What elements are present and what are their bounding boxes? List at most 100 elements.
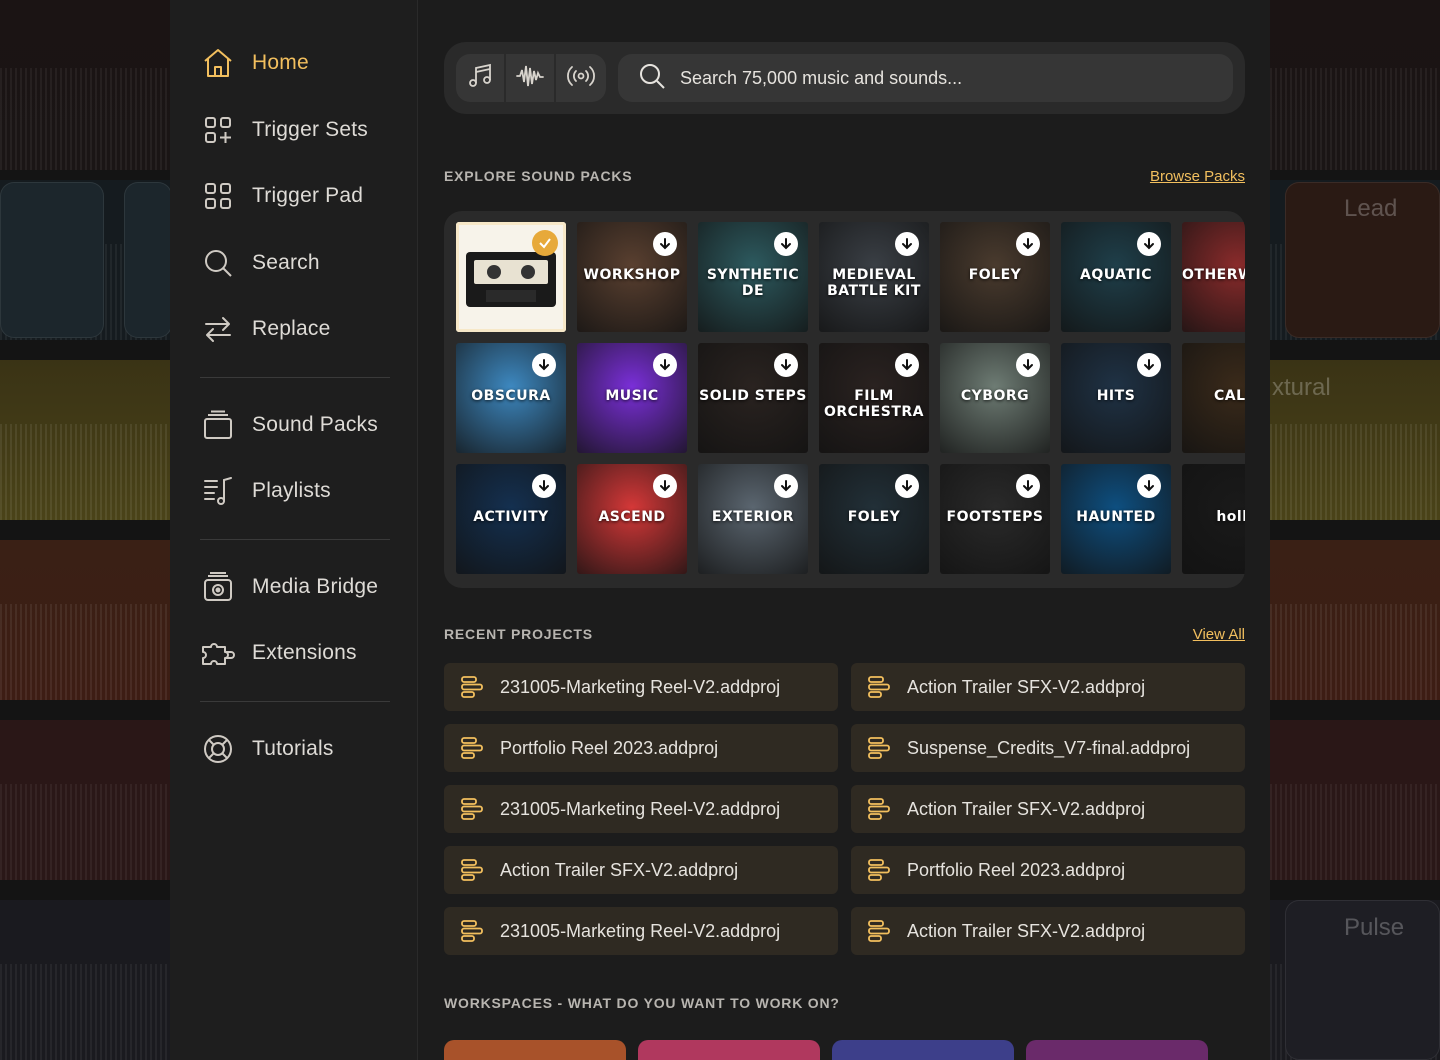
download-icon[interactable]	[774, 232, 798, 256]
sound-pack-tile[interactable]	[456, 222, 566, 332]
project-item[interactable]: Portfolio Reel 2023.addproj	[851, 846, 1245, 894]
sidebar-item-label: Tutorials	[252, 736, 334, 760]
download-icon[interactable]	[532, 474, 556, 498]
sound-pack-title: WORKSHOP	[583, 267, 681, 283]
sound-pack-tile[interactable]: ACTIVITY	[456, 464, 566, 574]
check-icon	[532, 230, 558, 256]
download-icon[interactable]	[895, 353, 919, 377]
sound-pack-tile[interactable]: OTHERWORLD	[1182, 222, 1245, 332]
sound-pack-tile[interactable]: FOLEY	[819, 464, 929, 574]
section-title: WORKSPACES - WHAT DO YOU WANT TO WORK ON…	[444, 995, 840, 1011]
sound-pack-tile[interactable]: WORKSHOP	[577, 222, 687, 332]
sound-pack-tile[interactable]: SOLID STEPS	[698, 343, 808, 453]
sidebar-item-media-bridge[interactable]: Media Bridge	[170, 554, 417, 621]
bg-label-lead: Lead	[1344, 195, 1398, 222]
sound-pack-tile[interactable]: CALM	[1182, 343, 1245, 453]
sound-pack-tile[interactable]: AQUATIC	[1061, 222, 1171, 332]
download-icon[interactable]	[895, 232, 919, 256]
sound-pack-title: SYNTHETIC DE	[706, 267, 800, 299]
sidebar-item-label: Search	[252, 250, 320, 274]
sound-pack-tile[interactable]: EXTERIOR	[698, 464, 808, 574]
sidebar-item-trigger-pad[interactable]: Trigger Pad	[170, 163, 417, 230]
main-panel: EXPLORE SOUND PACKS Browse Packs WORKSHO…	[418, 0, 1270, 1060]
workspace-card[interactable]	[638, 1040, 820, 1060]
sound-pack-tile[interactable]: hollo	[1182, 464, 1245, 574]
download-icon[interactable]	[1016, 474, 1040, 498]
sound-pack-tile[interactable]: FILM ORCHESTRA	[819, 343, 929, 453]
view-all-link[interactable]: View All	[1193, 626, 1245, 643]
download-icon[interactable]	[1137, 474, 1161, 498]
download-icon[interactable]	[774, 474, 798, 498]
search-bar	[444, 42, 1245, 114]
sound-pack-title: MUSIC	[605, 388, 659, 404]
project-name: 231005-Marketing Reel-V2.addproj	[500, 798, 781, 819]
sound-pack-tile[interactable]: HITS	[1061, 343, 1171, 453]
project-item[interactable]: Action Trailer SFX-V2.addproj	[851, 785, 1245, 833]
sidebar-item-search[interactable]: Search	[170, 230, 417, 297]
project-item[interactable]: Portfolio Reel 2023.addproj	[444, 724, 838, 772]
download-icon[interactable]	[653, 474, 677, 498]
sound-pack-title: FOLEY	[847, 509, 901, 525]
sound-pack-tile[interactable]: HAUNTED	[1061, 464, 1171, 574]
browse-packs-link[interactable]: Browse Packs	[1150, 168, 1245, 185]
search-icon	[638, 62, 666, 95]
sound-pack-tile[interactable]: OBSCURA	[456, 343, 566, 453]
bg-label-pulse: Pulse	[1344, 914, 1405, 941]
sound-pack-tile[interactable]: SYNTHETIC DE	[698, 222, 808, 332]
sound-mode-button[interactable]	[506, 54, 556, 102]
download-icon[interactable]	[532, 353, 556, 377]
sound-pack-title: OTHERWORLD	[1182, 267, 1245, 283]
download-icon[interactable]	[1016, 232, 1040, 256]
recent-projects-header: RECENT PROJECTS View All	[444, 626, 1245, 643]
project-item[interactable]: 231005-Marketing Reel-V2.addproj	[444, 907, 838, 955]
download-icon[interactable]	[774, 353, 798, 377]
grid-icon	[200, 178, 236, 214]
sidebar-divider	[200, 376, 390, 378]
sound-pack-tile[interactable]: FOLEY	[940, 222, 1050, 332]
bg-card	[124, 182, 172, 338]
workspaces-header: WORKSPACES - WHAT DO YOU WANT TO WORK ON…	[444, 995, 1245, 1011]
download-icon[interactable]	[653, 232, 677, 256]
project-name: Suspense_Credits_V7-final.addproj	[907, 737, 1191, 758]
sidebar-item-tutorials[interactable]: Tutorials	[170, 716, 417, 783]
sound-pack-title: CALM	[1214, 388, 1245, 404]
sound-pack-tile[interactable]: ASCEND	[577, 464, 687, 574]
sound-pack-title: FILM ORCHESTRA	[824, 388, 924, 420]
sidebar-item-trigger-sets[interactable]: Trigger Sets	[170, 97, 417, 164]
bg-card	[0, 182, 104, 338]
sidebar-item-extensions[interactable]: Extensions	[170, 620, 417, 687]
sidebar-item-replace[interactable]: Replace	[170, 296, 417, 363]
download-icon[interactable]	[1137, 353, 1161, 377]
project-file-icon	[460, 797, 484, 821]
workspace-card[interactable]	[1026, 1040, 1208, 1060]
sound-pack-tile[interactable]: CYBORG	[940, 343, 1050, 453]
music-mode-button[interactable]	[456, 54, 506, 102]
sidebar-item-home[interactable]: Home	[170, 30, 417, 97]
sound-pack-tile[interactable]: MUSIC	[577, 343, 687, 453]
download-icon[interactable]	[1137, 232, 1161, 256]
broadcast-mode-button[interactable]	[556, 54, 606, 102]
project-item[interactable]: Action Trailer SFX-V2.addproj	[444, 846, 838, 894]
search-input[interactable]	[680, 67, 1160, 89]
project-item[interactable]: 231005-Marketing Reel-V2.addproj	[444, 785, 838, 833]
waveform-icon	[515, 62, 545, 95]
project-name: Action Trailer SFX-V2.addproj	[907, 920, 1146, 941]
sidebar-item-sound-packs[interactable]: Sound Packs	[170, 392, 417, 459]
project-item[interactable]: Action Trailer SFX-V2.addproj	[851, 907, 1245, 955]
project-item[interactable]: Action Trailer SFX-V2.addproj	[851, 663, 1245, 711]
download-icon[interactable]	[1016, 353, 1040, 377]
project-item[interactable]: 231005-Marketing Reel-V2.addproj	[444, 663, 838, 711]
sound-pack-tile[interactable]: MEDIEVAL BATTLE KIT	[819, 222, 929, 332]
bg-label-textural: xtural	[1272, 374, 1331, 401]
download-icon[interactable]	[653, 353, 677, 377]
project-file-icon	[867, 736, 891, 760]
project-file-icon	[460, 858, 484, 882]
sidebar-item-label: Sound Packs	[252, 412, 378, 436]
section-title: EXPLORE SOUND PACKS	[444, 168, 633, 184]
sidebar-item-playlists[interactable]: Playlists	[170, 458, 417, 525]
sound-pack-tile[interactable]: FOOTSTEPS	[940, 464, 1050, 574]
project-item[interactable]: Suspense_Credits_V7-final.addproj	[851, 724, 1245, 772]
workspace-card[interactable]	[444, 1040, 626, 1060]
workspace-card[interactable]	[832, 1040, 1014, 1060]
download-icon[interactable]	[895, 474, 919, 498]
